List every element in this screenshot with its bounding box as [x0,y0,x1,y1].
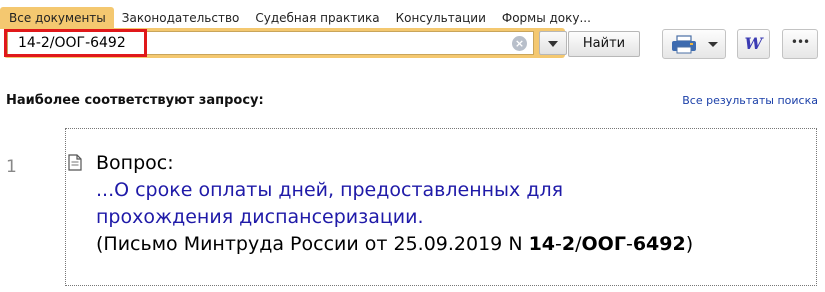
result-title-link[interactable]: ...О сроке оплаты дней, предоставленных … [96,177,796,231]
source-text: - [555,233,562,255]
all-results-link[interactable]: Все результаты поиска [682,94,818,107]
source-match: 2 [561,233,576,255]
result-content: Вопрос: ...О сроке оплаты дней, предоста… [96,150,796,258]
result-label: Вопрос: [96,152,174,174]
source-text: ) [685,233,694,255]
word-icon: W [744,34,763,53]
source-match: ООГ [581,233,626,255]
chevron-down-icon [708,42,718,47]
document-icon [68,154,82,171]
more-icon: ••• [790,35,810,49]
more-options-button[interactable]: ••• [782,29,818,59]
source-match: 6492 [632,233,686,255]
search-field-frame: × [7,31,534,55]
result-title-line: прохождения диспансеризации. [96,206,424,228]
chevron-down-icon [548,41,558,47]
export-word-button[interactable]: W [737,29,770,59]
search-history-dropdown[interactable] [539,31,567,55]
results-heading: Наиболее соответствуют запросу: [6,93,264,108]
search-box: × [4,28,567,58]
search-input[interactable] [18,34,488,52]
result-number: 1 [6,157,17,177]
tab-consultations[interactable]: Консультации [388,7,494,29]
tab-court-practice[interactable]: Судебная практика [247,7,387,29]
tab-document-forms[interactable]: Формы доку... [494,7,599,29]
source-match: 14 [528,233,556,255]
print-button[interactable] [662,29,726,59]
clear-icon[interactable]: × [512,36,527,51]
document-type-tabs: Все документы Законодательство Судебная … [0,7,599,29]
result-source: (Письмо Минтруда России от 25.09.2019 N … [96,231,796,258]
find-button[interactable]: Найти [568,31,640,57]
source-text: (Письмо Минтруда России от 25.09.2019 N [96,233,529,255]
source-text: - [625,233,633,255]
tab-all-documents[interactable]: Все документы [0,7,114,29]
search-bar: × Найти W ••• [0,28,825,60]
tab-legislation[interactable]: Законодательство [114,7,248,29]
result-title-line: ...О сроке оплаты дней, предоставленных … [96,179,564,201]
